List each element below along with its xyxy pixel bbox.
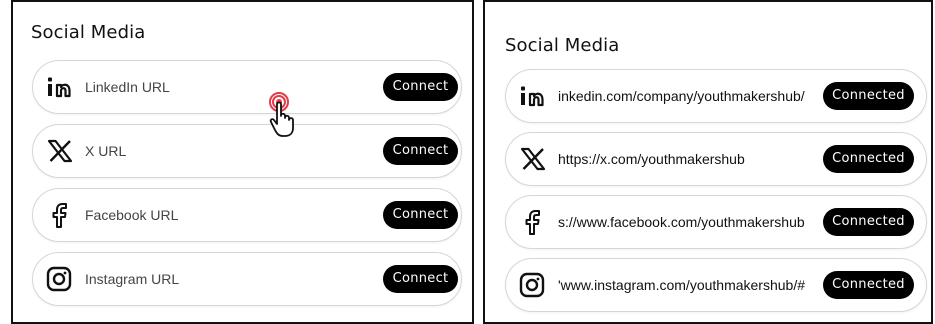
x-url-input[interactable]: X URL [85,143,345,159]
panel-title: Social Media [31,22,146,43]
instagram-icon [519,272,545,298]
panel-title: Social Media [505,35,620,56]
facebook-icon [50,202,70,228]
x-url-input[interactable]: https://x.com/youthmakershub [558,151,820,167]
instagram-url-input[interactable]: Instagram URL [85,271,345,287]
facebook-row: s://www.facebook.com/youthmakershub Conn… [505,195,927,249]
linkedin-connected-button[interactable]: Connected [823,82,914,110]
x-icon [47,139,73,163]
linkedin-connect-button[interactable]: Connect [383,73,458,101]
facebook-row: Facebook URL Connect [32,188,462,242]
facebook-url-input[interactable]: Facebook URL [85,207,345,223]
facebook-url-input[interactable]: s://www.facebook.com/youthmakershub [558,214,820,230]
instagram-url-input[interactable]: 'www.instagram.com/youthmakershub/# [558,277,820,293]
instagram-row: 'www.instagram.com/youthmakershub/# Conn… [505,258,927,312]
linkedin-row: inkedin.com/company/youthmakershub/ Conn… [505,69,927,123]
x-row: https://x.com/youthmakershub Connected [505,132,927,186]
x-connect-button[interactable]: Connect [383,137,458,165]
instagram-connect-button[interactable]: Connect [383,265,458,293]
facebook-connected-button[interactable]: Connected [823,208,914,236]
instagram-connected-button[interactable]: Connected [823,271,914,299]
social-media-panel-after: Social Media inkedin.com/company/youthma… [483,0,933,324]
x-connected-button[interactable]: Connected [823,145,914,173]
facebook-connect-button[interactable]: Connect [383,201,458,229]
linkedin-row: LinkedIn URL Connect [32,60,462,114]
x-row: X URL Connect [32,124,462,178]
click-cursor-icon [269,92,303,142]
linkedin-url-input[interactable]: inkedin.com/company/youthmakershub/ [558,88,820,104]
x-icon [520,147,546,171]
instagram-row: Instagram URL Connect [32,252,462,306]
linkedin-icon [45,76,77,98]
linkedin-icon [518,85,550,107]
instagram-icon [46,266,72,292]
social-media-panel-before: Social Media LinkedIn URL Connect X URL … [11,0,474,324]
facebook-icon [523,209,543,235]
linkedin-url-input[interactable]: LinkedIn URL [85,79,345,95]
